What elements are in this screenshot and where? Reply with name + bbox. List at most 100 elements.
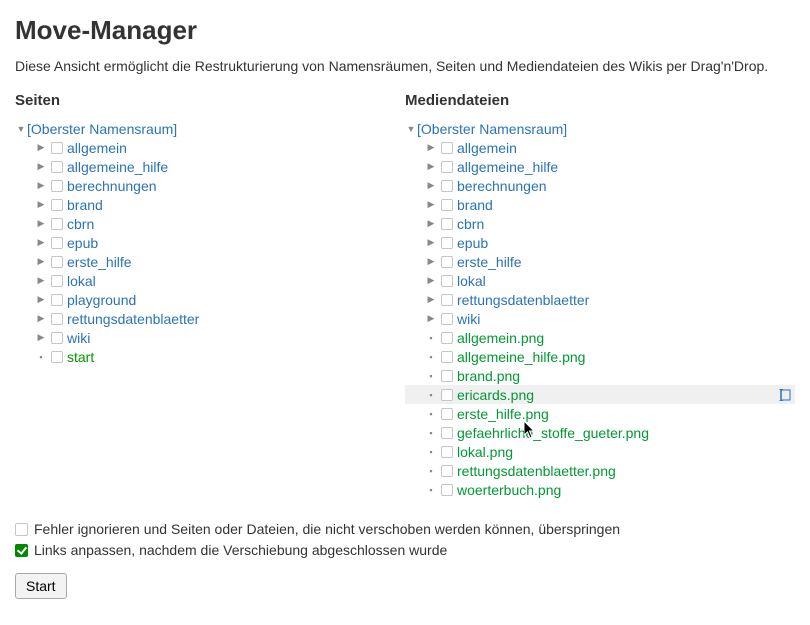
item-checkbox[interactable] xyxy=(51,313,63,325)
tree-item[interactable]: ▶ erste_hilfe xyxy=(405,252,795,271)
tree-item[interactable]: ▪start xyxy=(15,347,405,366)
item-label[interactable]: woerterbuch.png xyxy=(457,482,561,498)
expand-icon[interactable]: ▶ xyxy=(35,313,47,324)
item-label[interactable]: erste_hilfe xyxy=(457,254,522,270)
tree-item[interactable]: ▪rettungsdatenblaetter.png xyxy=(405,461,795,480)
item-checkbox[interactable] xyxy=(441,275,453,287)
tree-root[interactable]: ▼[Oberster Namensraum] xyxy=(15,119,405,138)
item-label[interactable]: ericards.png xyxy=(457,387,534,403)
item-checkbox[interactable] xyxy=(51,294,63,306)
tree-item[interactable]: ▶ epub xyxy=(15,233,405,252)
expand-icon[interactable]: ▶ xyxy=(425,161,437,172)
pages-tree[interactable]: ▼[Oberster Namensraum]▶allgemein▶allgeme… xyxy=(15,119,405,366)
item-label[interactable]: wiki xyxy=(67,330,90,346)
tree-item[interactable]: ▶ lokal xyxy=(405,271,795,290)
item-checkbox[interactable] xyxy=(441,142,453,154)
tree-item[interactable]: ▶ allgemeine_hilfe xyxy=(15,157,405,176)
tree-item[interactable]: ▶rettungsdatenblaetter xyxy=(405,290,795,309)
tree-item[interactable]: ▪lokal.png xyxy=(405,442,795,461)
tree-item[interactable]: ▪ericards.png xyxy=(405,385,795,404)
tree-item[interactable]: ▶lokal xyxy=(15,271,405,290)
expand-icon[interactable]: ▶ xyxy=(425,275,437,286)
tree-item[interactable]: ▪brand.png xyxy=(405,366,795,385)
item-checkbox[interactable] xyxy=(51,332,63,344)
item-label[interactable]: brand.png xyxy=(457,368,520,384)
expand-icon[interactable]: ▶ xyxy=(35,199,47,210)
item-checkbox[interactable] xyxy=(51,351,63,363)
tree-item[interactable]: ▶ cbrn xyxy=(405,214,795,233)
expand-icon[interactable]: ▶ xyxy=(425,313,437,324)
item-checkbox[interactable] xyxy=(441,370,453,382)
item-label[interactable]: erste_hilfe.png xyxy=(457,406,549,422)
expand-icon[interactable]: ▶ xyxy=(425,199,437,210)
item-checkbox[interactable] xyxy=(441,199,453,211)
tree-item[interactable]: ▪erste_hilfe.png xyxy=(405,404,795,423)
item-checkbox[interactable] xyxy=(51,256,63,268)
expand-icon[interactable]: ▶ xyxy=(425,180,437,191)
item-checkbox[interactable] xyxy=(441,465,453,477)
item-checkbox[interactable] xyxy=(441,313,453,325)
item-label[interactable]: allgemeine_hilfe xyxy=(457,159,558,175)
item-checkbox[interactable] xyxy=(441,237,453,249)
item-label[interactable]: allgemeine_hilfe.png xyxy=(457,349,585,365)
item-checkbox[interactable] xyxy=(441,408,453,420)
item-label[interactable]: lokal.png xyxy=(457,444,513,460)
item-checkbox[interactable] xyxy=(441,294,453,306)
collapse-icon[interactable]: ▼ xyxy=(15,124,27,134)
expand-icon[interactable]: ▶ xyxy=(35,180,47,191)
item-checkbox[interactable] xyxy=(441,427,453,439)
item-checkbox[interactable] xyxy=(441,332,453,344)
item-checkbox[interactable] xyxy=(441,389,453,401)
item-label[interactable]: lokal xyxy=(67,273,96,289)
item-label[interactable]: wiki xyxy=(457,311,480,327)
tree-item[interactable]: ▶allgemein xyxy=(15,138,405,157)
tree-item[interactable]: ▪woerterbuch.png xyxy=(405,480,795,499)
item-label[interactable]: allgemein.png xyxy=(457,330,544,346)
item-label[interactable]: lokal xyxy=(457,273,486,289)
expand-icon[interactable]: ▶ xyxy=(425,256,437,267)
tree-item[interactable]: ▶allgemein xyxy=(405,138,795,157)
item-checkbox[interactable] xyxy=(441,256,453,268)
item-checkbox[interactable] xyxy=(51,218,63,230)
start-button[interactable]: Start xyxy=(15,573,67,599)
item-label[interactable]: start xyxy=(67,349,94,365)
item-checkbox[interactable] xyxy=(441,351,453,363)
expand-icon[interactable]: ▶ xyxy=(425,218,437,229)
expand-icon[interactable]: ▶ xyxy=(425,237,437,248)
tree-item[interactable]: ▶ rettungsdatenblaetter xyxy=(15,309,405,328)
tree-item[interactable]: ▪gefaehrliche_stoffe_gueter.png xyxy=(405,423,795,442)
item-checkbox[interactable] xyxy=(51,275,63,287)
item-checkbox[interactable] xyxy=(51,237,63,249)
item-checkbox[interactable] xyxy=(441,446,453,458)
item-checkbox[interactable] xyxy=(441,180,453,192)
item-label[interactable]: gefaehrliche_stoffe_gueter.png xyxy=(457,425,649,441)
tree-item[interactable]: ▶berechnungen xyxy=(405,176,795,195)
item-label[interactable]: epub xyxy=(67,235,98,251)
tree-item[interactable]: ▶cbrn xyxy=(15,214,405,233)
item-label[interactable]: allgemeine_hilfe xyxy=(67,159,168,175)
item-checkbox[interactable] xyxy=(51,142,63,154)
tree-item[interactable]: ▪allgemein.png xyxy=(405,328,795,347)
tree-item[interactable]: ▶wiki xyxy=(15,328,405,347)
tree-item[interactable]: ▶playground xyxy=(15,290,405,309)
item-label[interactable]: epub xyxy=(457,235,488,251)
item-checkbox[interactable] xyxy=(51,161,63,173)
expand-icon[interactable]: ▶ xyxy=(35,161,47,172)
root-label[interactable]: [Oberster Namensraum] xyxy=(417,121,567,137)
media-tree[interactable]: ▼[Oberster Namensraum]▶allgemein▶allgeme… xyxy=(405,119,795,499)
collapse-icon[interactable]: ▼ xyxy=(405,124,417,134)
item-label[interactable]: cbrn xyxy=(457,216,484,232)
item-label[interactable]: rettungsdatenblaetter xyxy=(67,311,199,327)
item-label[interactable]: allgemein xyxy=(457,140,517,156)
item-checkbox[interactable] xyxy=(441,161,453,173)
expand-icon[interactable]: ▶ xyxy=(35,294,47,305)
item-label[interactable]: berechnungen xyxy=(67,178,157,194)
item-label[interactable]: allgemein xyxy=(67,140,127,156)
rename-icon[interactable] xyxy=(777,389,791,401)
tree-item[interactable]: ▶ berechnungen xyxy=(15,176,405,195)
item-checkbox[interactable] xyxy=(51,199,63,211)
expand-icon[interactable]: ▶ xyxy=(35,237,47,248)
tree-item[interactable]: ▶brand xyxy=(15,195,405,214)
tree-item[interactable]: ▶erste_hilfe xyxy=(15,252,405,271)
item-label[interactable]: rettungsdatenblaetter xyxy=(457,292,589,308)
